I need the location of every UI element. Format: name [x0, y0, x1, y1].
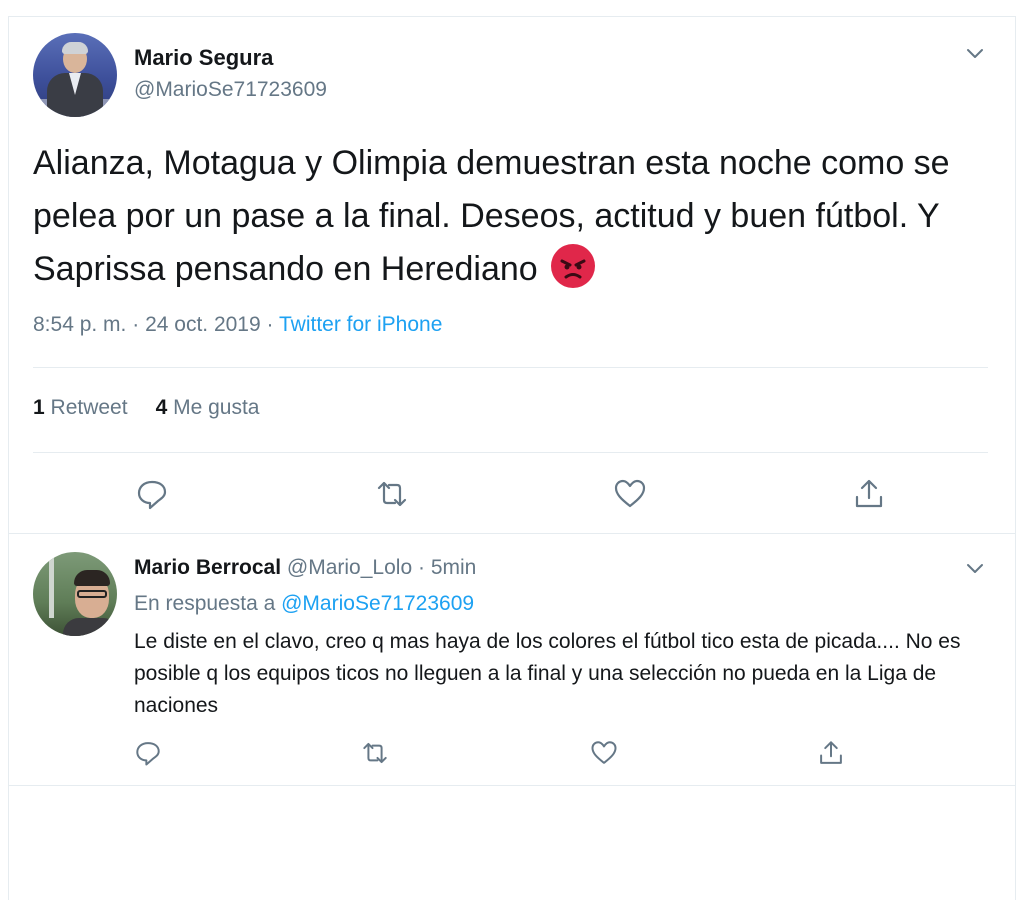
avatar[interactable] — [33, 552, 117, 636]
tweet-source[interactable]: Twitter for iPhone — [279, 313, 442, 336]
like-label: Me gusta — [173, 396, 260, 419]
meta-separator: · — [266, 313, 274, 336]
angry-face-emoji — [551, 244, 596, 288]
divider — [33, 452, 988, 453]
reply-author-handle[interactable]: @Mario_Lolo — [287, 556, 412, 579]
reply-icon[interactable] — [134, 739, 162, 767]
tweet-meta: 8:54 p. m. · 24 oct. 2019 · Twitter for … — [33, 313, 442, 337]
tweet-stats: 1 Retweet 4 Me gusta — [33, 396, 260, 420]
mention-link[interactable]: @MarioSe71723609 — [281, 592, 474, 615]
likes-stat[interactable]: 4 Me gusta — [156, 396, 260, 419]
chevron-down-icon[interactable] — [964, 557, 986, 579]
tweet-time[interactable]: 8:54 p. m. — [33, 313, 126, 336]
retweet-label: Retweet — [50, 396, 128, 419]
reply-author-name[interactable]: Mario Berrocal — [134, 556, 281, 579]
tweet-separator — [8, 533, 1016, 534]
tweet-text: Alianza, Motagua y Olimpia demuestran es… — [33, 137, 983, 296]
tweet-separator — [8, 785, 1016, 786]
reply-header: Mario Berrocal @Mario_Lolo · 5min — [134, 556, 476, 580]
tweet-body: Alianza, Motagua y Olimpia demuestran es… — [33, 144, 950, 288]
in-reply-to: En respuesta a @MarioSe71723609 — [134, 592, 474, 616]
reply-icon[interactable] — [135, 477, 169, 511]
reply-time[interactable]: 5min — [431, 556, 477, 579]
chevron-down-icon[interactable] — [964, 42, 986, 64]
meta-separator: · — [132, 313, 140, 336]
author-handle[interactable]: @MarioSe71723609 — [134, 78, 327, 102]
like-icon[interactable] — [590, 739, 618, 767]
retweet-icon[interactable] — [361, 739, 389, 767]
author-name[interactable]: Mario Segura — [134, 45, 273, 71]
retweet-icon[interactable] — [375, 477, 409, 511]
in-reply-to-label: En respuesta a — [134, 592, 276, 615]
share-icon[interactable] — [852, 477, 886, 511]
retweet-count: 1 — [33, 396, 45, 419]
tweet-date[interactable]: 24 oct. 2019 — [145, 313, 261, 336]
share-icon[interactable] — [817, 739, 845, 767]
retweets-stat[interactable]: 1 Retweet — [33, 396, 128, 419]
avatar[interactable] — [33, 33, 117, 117]
reply-text: Le diste en el clavo, creo q mas haya de… — [134, 630, 961, 717]
divider — [33, 367, 988, 368]
like-icon[interactable] — [613, 477, 647, 511]
like-count: 4 — [155, 396, 168, 419]
meta-separator: · — [417, 556, 425, 579]
